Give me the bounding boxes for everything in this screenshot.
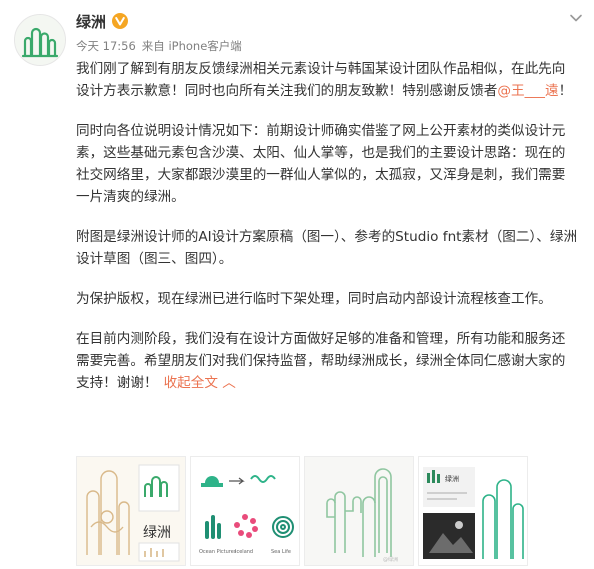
- post-body: 我们刚了解到有朋友反馈绿洲相关元素设计与韩国某设计团队作品相似，在此先向设计方表…: [76, 58, 578, 394]
- image-4-label: 绿洲: [445, 474, 459, 483]
- post-paragraph: 我们刚了解到有朋友反馈绿洲相关元素设计与韩国某设计团队作品相似，在此先向设计方表…: [76, 61, 573, 99]
- image-2-thumbnail[interactable]: Ocean Pictures Iceland Sea Life: [190, 456, 300, 566]
- post-header: 绿洲 今天 17:56 来自 iPhone客户端: [76, 10, 574, 54]
- verified-v-icon: [112, 13, 129, 29]
- image-3-thumbnail[interactable]: @绿洲: [304, 456, 414, 566]
- image-2-label: Ocean Pictures: [199, 549, 237, 555]
- post-source: 来自 iPhone客户端: [141, 39, 242, 53]
- avatar[interactable]: [14, 14, 66, 66]
- image-2-label: Iceland: [235, 549, 253, 555]
- image-2-label: Sea Life: [271, 549, 291, 555]
- collapse-text-button[interactable]: 收起全文 ︿: [164, 375, 236, 391]
- post-paragraph: 附图是绿洲设计师的AI设计方案原稿（图一）、参考的Studio fnt素材（图二…: [76, 229, 578, 267]
- image-gallery: 绿洲 Ocean Pictures Iceland Sea Life @绿洲 绿…: [76, 456, 528, 566]
- chevron-down-icon[interactable]: [568, 10, 584, 26]
- post-paragraph: 在目前内测阶段，我们没有在设计方面做好足够的准备和管理，所有功能和服务还需要完善…: [76, 331, 566, 391]
- post-time[interactable]: 今天 17:56: [76, 38, 136, 54]
- mention-link[interactable]: @王___遠: [497, 83, 558, 99]
- image-4-thumbnail[interactable]: 绿洲: [418, 456, 528, 566]
- author-name[interactable]: 绿洲: [76, 11, 106, 32]
- image-1-label: 绿洲: [143, 525, 171, 541]
- image-1-thumbnail[interactable]: 绿洲: [76, 456, 186, 566]
- image-3-watermark: @绿洲: [383, 556, 398, 563]
- oasis-logo-icon: [15, 15, 65, 65]
- post-paragraph: 同时向各位说明设计情况如下：前期设计师确实借鉴了网上公开素材的类似设计元素，这些…: [76, 123, 566, 205]
- post-paragraph: 为保护版权，现在绿洲已进行临时下架处理，同时启动内部设计流程核查工作。: [76, 291, 552, 307]
